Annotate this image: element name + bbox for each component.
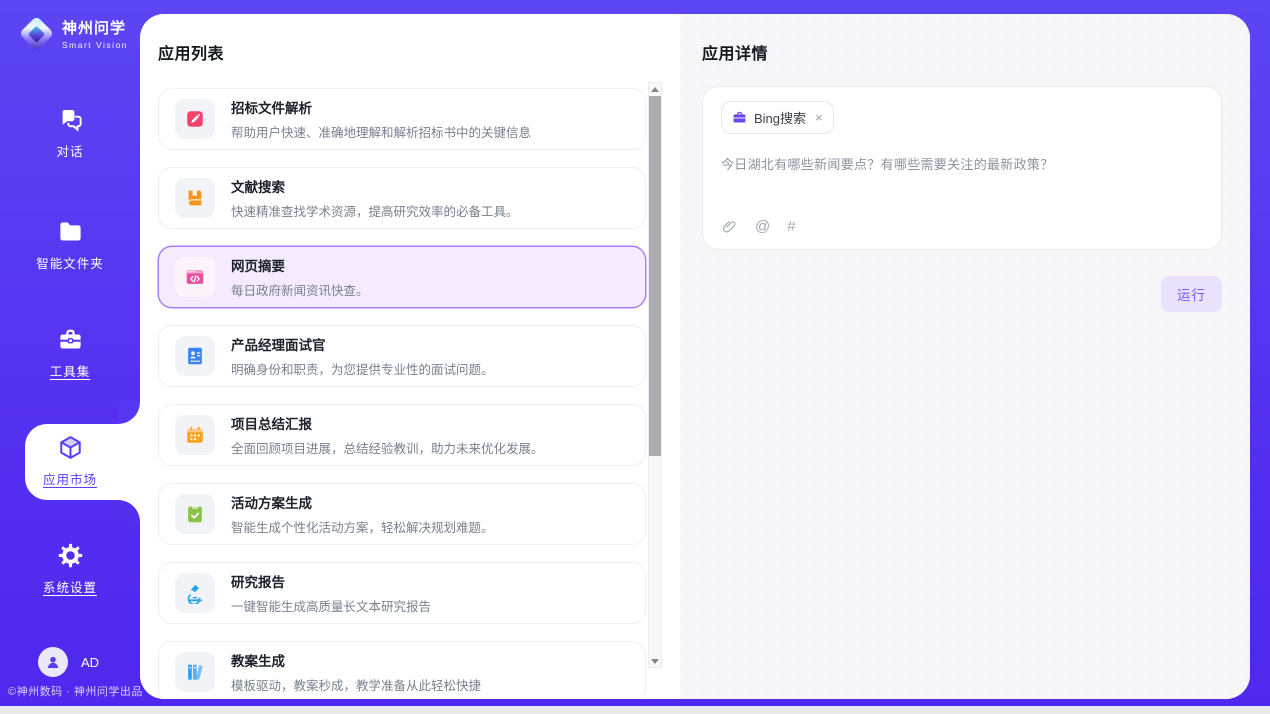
app-list-title: 应用列表 xyxy=(158,40,680,64)
app-description: 全面回顾项目进展，总结经验教训，助力未来优化发展。 xyxy=(231,438,544,457)
logo: 神州问学 Smart Vision xyxy=(18,15,128,51)
microscope-icon xyxy=(175,573,215,613)
app-card-event-plan[interactable]: 活动方案生成智能生成个性化活动方案，轻松解决规划难题。 xyxy=(158,483,646,545)
app-card-text: 产品经理面试官明确身份和职责，为您提供专业性的面试问题。 xyxy=(231,334,494,378)
app-name: 教案生成 xyxy=(231,650,481,670)
logo-diamond-inner xyxy=(28,25,45,42)
user-avatar xyxy=(38,647,68,677)
sidebar-item-app-market[interactable]: 应用市场 xyxy=(0,434,140,488)
folder-icon xyxy=(57,218,84,245)
app-card-research-report[interactable]: 研究报告一键智能生成高质量长文本研究报告 xyxy=(158,562,646,624)
app-name: 招标文件解析 xyxy=(231,97,531,117)
app-name: 研究报告 xyxy=(231,571,431,591)
app-description: 明确身份和职责，为您提供专业性的面试问题。 xyxy=(231,359,494,378)
sidebar-item-label: 系统设置 xyxy=(43,577,97,596)
app-card-text: 项目总结汇报全面回顾项目进展，总结经验教训，助力未来优化发展。 xyxy=(231,413,544,457)
app-card-pm-interviewer[interactable]: 产品经理面试官明确身份和职责，为您提供专业性的面试问题。 xyxy=(158,325,646,387)
app-detail-title: 应用详情 xyxy=(702,40,1222,64)
app-name: 活动方案生成 xyxy=(231,492,494,512)
logo-diamond-outer xyxy=(18,15,53,50)
app-detail-panel: 应用详情 Bing搜索 × 今日湖北有哪些新闻要点？有哪些需要关注的最新政策？ … xyxy=(680,14,1250,699)
app-card-text: 研究报告一键智能生成高质量长文本研究报告 xyxy=(231,571,431,615)
hash-icon[interactable]: # xyxy=(787,219,795,234)
app-window: 应用列表 招标文件解析帮助用户快速、准确地理解和解析招标书中的关键信息文献搜索快… xyxy=(140,14,1250,699)
close-icon[interactable]: × xyxy=(815,111,823,124)
app-description: 模板驱动，教案秒成，教学准备从此轻松快捷 xyxy=(231,675,481,694)
tool-tag-bing-search[interactable]: Bing搜索 × xyxy=(721,101,834,134)
sidebar: 神州问学 Smart Vision 对话智能文件夹工具集应用市场系统设置 AD … xyxy=(0,0,140,706)
app-card-text: 教案生成模板驱动，教案秒成，教学准备从此轻松快捷 xyxy=(231,650,481,694)
prompt-input[interactable]: 今日湖北有哪些新闻要点？有哪些需要关注的最新政策？ xyxy=(721,154,1203,173)
book-icon xyxy=(175,178,215,218)
app-description: 快速精准查找学术资源，提高研究效率的必备工具。 xyxy=(231,201,519,220)
logo-text: 神州问学 Smart Vision xyxy=(62,17,128,50)
user-row[interactable]: AD xyxy=(38,647,99,677)
prompt-card: Bing搜索 × 今日湖北有哪些新闻要点？有哪些需要关注的最新政策？ @# xyxy=(702,86,1222,250)
person-icon xyxy=(45,654,61,670)
sidebar-item-settings[interactable]: 系统设置 xyxy=(0,542,140,596)
logo-subtitle: Smart Vision xyxy=(62,40,128,50)
edit-icon xyxy=(175,99,215,139)
clipboard-check-icon xyxy=(175,494,215,534)
cube-icon xyxy=(57,434,84,461)
books-icon xyxy=(175,652,215,692)
app-card-lesson-plan[interactable]: 教案生成模板驱动，教案秒成，教学准备从此轻松快捷 xyxy=(158,641,646,699)
app-name: 网页摘要 xyxy=(231,255,369,275)
app-description: 一键智能生成高质量长文本研究报告 xyxy=(231,596,431,615)
sidebar-item-tools[interactable]: 工具集 xyxy=(0,326,140,380)
resume-icon xyxy=(175,336,215,376)
scrollbar-up-arrow[interactable] xyxy=(649,83,661,95)
browser-code-icon xyxy=(175,257,215,297)
scrollbar-thumb[interactable] xyxy=(649,96,661,456)
toolbox-icon xyxy=(57,326,84,353)
chat-icon xyxy=(57,106,84,133)
app-name: 文献搜索 xyxy=(231,176,519,196)
app-name: 产品经理面试官 xyxy=(231,334,494,354)
copyright-footer: ©神州数码 · 神州问学出品 xyxy=(8,683,143,699)
logo-diamond-icon xyxy=(18,15,54,51)
app-card-literature[interactable]: 文献搜索快速精准查找学术资源，提高研究效率的必备工具。 xyxy=(158,167,646,229)
notch-top xyxy=(118,402,140,424)
logo-title: 神州问学 xyxy=(62,17,128,38)
run-row: 运行 xyxy=(702,276,1222,312)
run-button[interactable]: 运行 xyxy=(1161,276,1222,312)
sidebar-item-folders[interactable]: 智能文件夹 xyxy=(0,218,140,272)
app-name: 项目总结汇报 xyxy=(231,413,544,433)
scrollbar-down-arrow[interactable] xyxy=(649,655,661,667)
gear-icon xyxy=(57,542,84,569)
app-card-text: 活动方案生成智能生成个性化活动方案，轻松解决规划难题。 xyxy=(231,492,494,536)
app-card-text: 招标文件解析帮助用户快速、准确地理解和解析招标书中的关键信息 xyxy=(231,97,531,141)
sidebar-item-label: 对话 xyxy=(56,141,83,160)
app-card-web-summary[interactable]: 网页摘要每日政府新闻资讯快查。 xyxy=(158,246,646,308)
app-list-panel: 应用列表 招标文件解析帮助用户快速、准确地理解和解析招标书中的关键信息文献搜索快… xyxy=(140,14,680,699)
at-icon[interactable]: @ xyxy=(755,219,770,234)
sidebar-item-label: 工具集 xyxy=(50,361,91,380)
user-initials: AD xyxy=(81,655,99,670)
prompt-toolbar: @# xyxy=(721,218,1203,237)
bottom-strip xyxy=(0,706,1270,714)
app-description: 帮助用户快速、准确地理解和解析招标书中的关键信息 xyxy=(231,122,531,141)
app-card-text: 网页摘要每日政府新闻资讯快查。 xyxy=(231,255,369,299)
app-card-text: 文献搜索快速精准查找学术资源，提高研究效率的必备工具。 xyxy=(231,176,519,220)
scrollbar[interactable] xyxy=(648,82,662,668)
tool-tag-label: Bing搜索 xyxy=(754,108,806,127)
app-description: 每日政府新闻资讯快查。 xyxy=(231,280,369,299)
paperclip-icon[interactable] xyxy=(721,218,738,235)
calendar-icon xyxy=(175,415,215,455)
briefcase-icon xyxy=(732,110,747,125)
sidebar-item-chat[interactable]: 对话 xyxy=(0,106,140,160)
sidebar-item-label: 智能文件夹 xyxy=(36,253,104,272)
app-description: 智能生成个性化活动方案，轻松解决规划难题。 xyxy=(231,517,494,536)
app-card-project-report[interactable]: 项目总结汇报全面回顾项目进展，总结经验教训，助力未来优化发展。 xyxy=(158,404,646,466)
app-card-bid-parse[interactable]: 招标文件解析帮助用户快速、准确地理解和解析招标书中的关键信息 xyxy=(158,88,646,150)
app-list: 招标文件解析帮助用户快速、准确地理解和解析招标书中的关键信息文献搜索快速精准查找… xyxy=(158,88,646,699)
notch-bottom xyxy=(118,500,140,522)
sidebar-item-label: 应用市场 xyxy=(43,469,97,488)
